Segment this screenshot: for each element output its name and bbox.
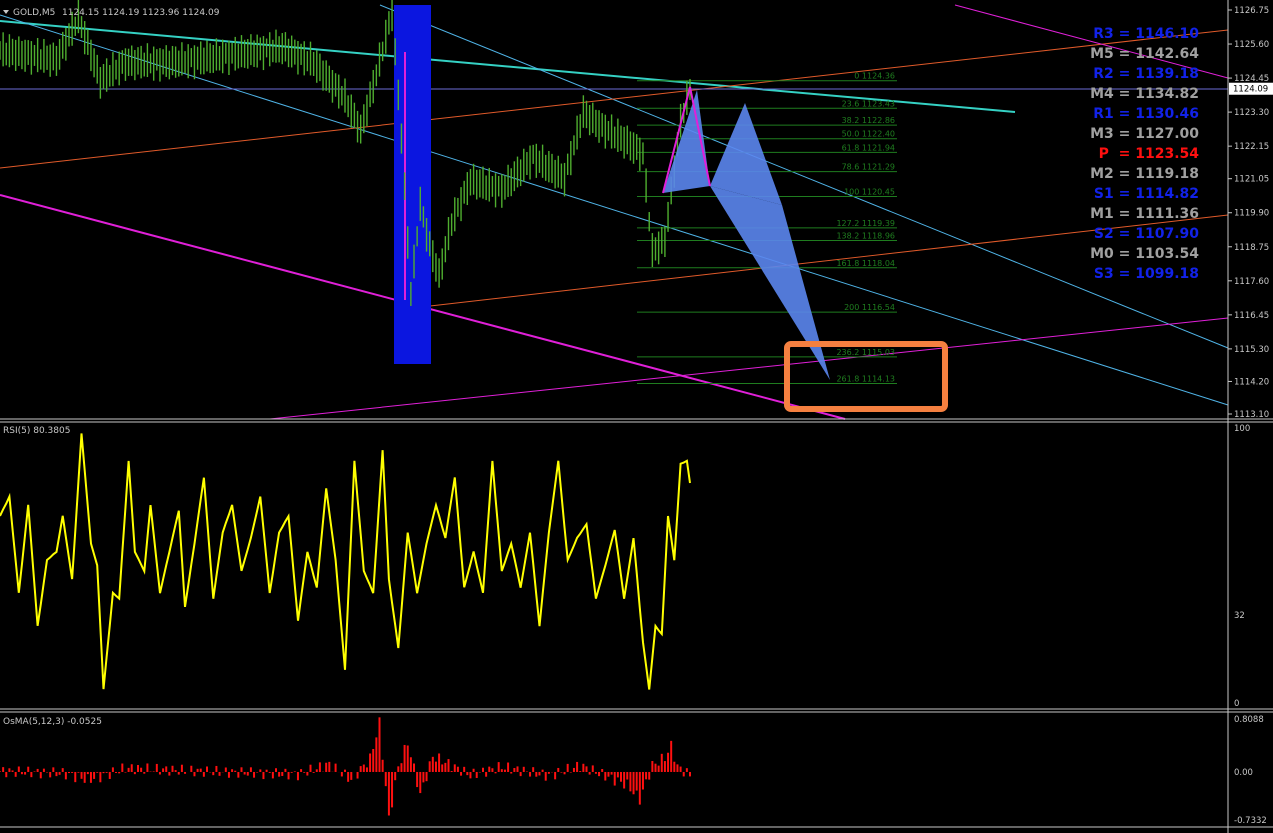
fib-level-label: 23.6 1123.43 bbox=[842, 99, 895, 108]
pivot-level-label: R3 = 1146.10 bbox=[1093, 26, 1199, 42]
pivot-level-label: S3 = 1099.18 bbox=[1093, 266, 1199, 282]
osma-tick-label: 0.00 bbox=[1234, 768, 1253, 778]
pivot-level-label: R1 = 1130.46 bbox=[1093, 106, 1199, 122]
pivot-level-label: M1 = 1111.36 bbox=[1090, 206, 1199, 222]
price-tick-label: 1126.75 bbox=[1234, 6, 1269, 16]
pivot-level-label: S2 = 1107.90 bbox=[1093, 226, 1199, 242]
blue-zone-rectangle bbox=[394, 5, 431, 364]
fib-level-label: 236.2 1115.03 bbox=[836, 348, 895, 357]
fib-level-label: 261.8 1114.13 bbox=[836, 375, 895, 384]
chart-canvas[interactable]: 0 1124.36 23.6 1123.43 38.2 1122.86 50.0 11… bbox=[0, 0, 1273, 833]
pivot-level-label: M2 = 1119.18 bbox=[1090, 166, 1199, 182]
chart-background bbox=[0, 0, 1273, 833]
fib-level-label: 61.8 1121.94 bbox=[842, 143, 895, 152]
osma-tick-label: 0.8088 bbox=[1234, 715, 1264, 725]
fib-level-label: 100 1120.45 bbox=[844, 187, 895, 196]
price-tick-label: 1114.20 bbox=[1234, 377, 1269, 387]
fib-level-label: 138.2 1118.96 bbox=[836, 232, 895, 241]
rsi-tick-label: 100 bbox=[1234, 424, 1250, 434]
price-tick-label: 1123.30 bbox=[1234, 108, 1269, 118]
price-tick-label: 1119.90 bbox=[1234, 209, 1269, 219]
price-tick-label: 1113.10 bbox=[1234, 410, 1269, 420]
price-tick-label: 1117.60 bbox=[1234, 277, 1269, 287]
fib-level-label: 38.2 1122.86 bbox=[842, 116, 895, 125]
current-price-label: 1124.09 bbox=[1233, 85, 1268, 95]
price-tick-label: 1122.15 bbox=[1234, 142, 1269, 152]
fib-level-label: 0 1124.36 bbox=[854, 72, 895, 81]
rsi-caption: RSI(5) 80.3805 bbox=[3, 426, 70, 436]
fib-level-label: 78.6 1121.29 bbox=[842, 163, 895, 172]
pivot-level-label: R2 = 1139.18 bbox=[1093, 66, 1199, 82]
pivot-level-label: M5 = 1142.64 bbox=[1090, 46, 1199, 62]
osma-tick-label: -0.7332 bbox=[1234, 816, 1267, 826]
fib-level-label: 161.8 1118.04 bbox=[836, 259, 895, 268]
fib-level-label: 200 1116.54 bbox=[844, 303, 895, 312]
pivot-level-label: S1 = 1114.82 bbox=[1093, 186, 1199, 202]
pivot-level-label: P = 1123.54 bbox=[1098, 146, 1199, 162]
fib-level-label: 50.0 1122.40 bbox=[842, 130, 895, 139]
price-tick-label: 1121.05 bbox=[1234, 175, 1269, 185]
osma-caption: OsMA(5,12,3) -0.0525 bbox=[3, 717, 102, 727]
price-tick-label: 1116.45 bbox=[1234, 311, 1269, 321]
price-tick-label: 1115.30 bbox=[1234, 345, 1269, 355]
pivot-level-label: M4 = 1134.82 bbox=[1090, 86, 1199, 102]
fib-level-label: 127.2 1119.39 bbox=[836, 219, 895, 228]
price-tick-label: 1125.60 bbox=[1234, 40, 1269, 50]
ohlc-caption: 1124.15 1124.19 1123.96 1124.09 bbox=[62, 8, 220, 18]
rsi-tick-label: 32 bbox=[1234, 611, 1245, 621]
symbol-caption: GOLD,M5 bbox=[13, 8, 55, 18]
rsi-tick-label: 0 bbox=[1234, 699, 1239, 709]
pivot-level-label: M3 = 1127.00 bbox=[1090, 126, 1199, 142]
pivot-level-label: M0 = 1103.54 bbox=[1090, 246, 1199, 262]
price-tick-label: 1118.75 bbox=[1234, 243, 1269, 253]
price-tick-label: 1124.45 bbox=[1234, 74, 1269, 84]
